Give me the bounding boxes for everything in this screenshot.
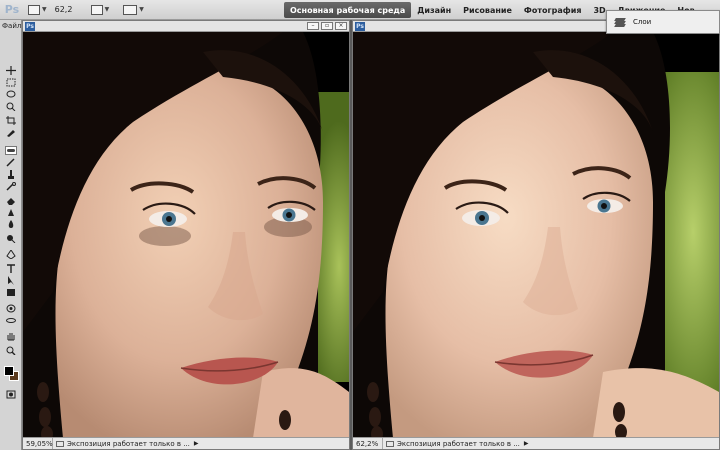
minimize-icon[interactable]: –	[307, 22, 319, 30]
crop-tool-icon[interactable]	[5, 116, 17, 125]
layers-panel-button[interactable]: Слои	[606, 10, 720, 34]
photoshop-logo: Ps	[4, 3, 20, 16]
arrange-documents-button[interactable]: ▼	[123, 3, 144, 17]
type-tool-icon[interactable]	[5, 264, 17, 273]
status-text: Экспозиция работает только в ...	[397, 439, 520, 448]
eraser-tool-icon[interactable]	[5, 196, 17, 205]
chevron-down-icon: ▼	[139, 6, 144, 13]
history-brush-tool-icon[interactable]	[5, 182, 17, 191]
blur-tool-icon[interactable]	[5, 220, 17, 229]
document-window-after: Ps 62,2% Экспозиция работает только в ..…	[352, 20, 720, 450]
chevron-right-icon[interactable]: ▶	[524, 440, 529, 447]
3d-orbit-tool-icon[interactable]	[5, 316, 17, 325]
document-status-bar: 62,2% Экспозиция работает только в ... ▶	[353, 437, 719, 449]
brush-tool-icon[interactable]	[5, 158, 17, 167]
chevron-down-icon: ▼	[42, 6, 47, 13]
zoom-tool-icon[interactable]	[5, 346, 17, 355]
arrange-icon	[123, 4, 138, 15]
dodge-tool-icon[interactable]	[5, 234, 17, 243]
3d-rotate-tool-icon[interactable]	[5, 304, 17, 313]
workspace-photography[interactable]: Фотография	[518, 2, 588, 18]
path-select-tool-icon[interactable]	[5, 276, 17, 285]
document-window-before: Ps – ▫ × 59,05% Экспозиция работает толь…	[22, 20, 350, 450]
move-tool-icon[interactable]	[5, 66, 17, 75]
photo-canvas[interactable]	[23, 32, 349, 437]
portrait-image	[353, 32, 719, 437]
screen-mode-icon	[28, 4, 40, 15]
clone-stamp-tool-icon[interactable]	[5, 170, 17, 179]
gradient-tool-icon[interactable]	[5, 208, 17, 217]
shape-tool-icon[interactable]	[5, 288, 17, 297]
color-swatches[interactable]	[4, 366, 20, 382]
status-info-icon	[386, 440, 394, 447]
quick-mask-icon[interactable]	[5, 390, 17, 399]
grid-icon	[90, 4, 103, 15]
photoshop-badge: Ps	[355, 22, 365, 31]
photo-canvas[interactable]	[353, 32, 719, 437]
tools-panel: Файл	[0, 20, 22, 450]
window-controls: – ▫ ×	[307, 22, 347, 30]
document-status-bar: 59,05% Экспозиция работает только в ... …	[23, 437, 349, 449]
close-icon[interactable]: ×	[335, 22, 347, 30]
workspace-essentials[interactable]: Основная рабочая среда	[284, 2, 412, 18]
view-extras-button[interactable]: ▼	[90, 3, 110, 17]
marquee-tool-icon[interactable]	[5, 78, 17, 87]
document-titlebar: Ps – ▫ ×	[23, 21, 349, 32]
layers-icon	[614, 17, 627, 27]
workspace-painting[interactable]: Рисование	[457, 2, 518, 18]
zoom-level-field[interactable]: 62,2	[55, 4, 85, 16]
pen-tool-icon[interactable]	[5, 250, 17, 259]
eyedropper-tool-icon[interactable]	[5, 128, 17, 137]
photoshop-window: Ps ▼ 62,2 ▼ ▼ Основная рабочая среда Диз…	[0, 0, 720, 450]
chevron-right-icon[interactable]: ▶	[194, 440, 199, 447]
restore-icon[interactable]: ▫	[321, 22, 333, 30]
workspace-design[interactable]: Дизайн	[411, 2, 457, 18]
screen-mode-button[interactable]: ▼	[28, 3, 47, 17]
status-info-icon	[56, 440, 64, 447]
chevron-down-icon: ▼	[104, 6, 110, 13]
document-zoom-field[interactable]: 59,05%	[23, 438, 53, 449]
status-text: Экспозиция работает только в ...	[67, 439, 190, 448]
spot-healing-tool-icon[interactable]	[5, 146, 17, 155]
quick-select-tool-icon[interactable]	[5, 102, 17, 111]
portrait-image	[23, 32, 349, 437]
file-menu[interactable]: Файл	[0, 20, 22, 32]
foreground-color-swatch[interactable]	[4, 366, 14, 376]
layers-panel-label: Слои	[633, 18, 652, 26]
document-zoom-field[interactable]: 62,2%	[353, 438, 383, 449]
hand-tool-icon[interactable]	[5, 332, 17, 341]
lasso-tool-icon[interactable]	[5, 90, 17, 99]
photoshop-badge: Ps	[25, 22, 35, 31]
